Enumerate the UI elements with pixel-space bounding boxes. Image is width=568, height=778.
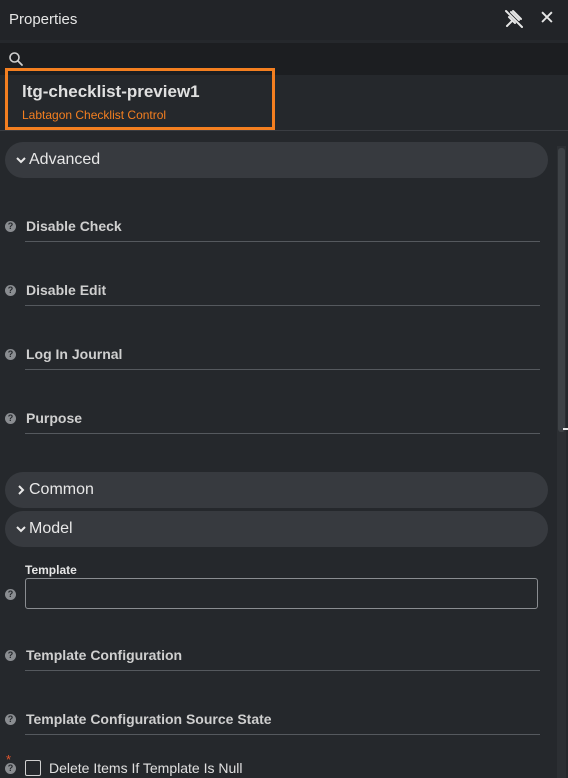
section-model[interactable]: Model xyxy=(5,511,548,547)
section-common-label: Common xyxy=(29,481,94,498)
prop-underline xyxy=(25,305,540,306)
chevron-down-icon xyxy=(15,520,27,538)
prop-log-in-journal[interactable]: Log In Journal xyxy=(26,346,122,362)
close-icon[interactable]: ✕ xyxy=(537,8,557,30)
template-label: Template xyxy=(25,563,77,577)
prop-underline xyxy=(25,670,540,671)
chevron-right-icon xyxy=(15,481,27,499)
highlight-box xyxy=(5,68,275,130)
section-model-label: Model xyxy=(29,520,73,537)
section-advanced-label: Advanced xyxy=(29,151,101,168)
help-icon[interactable]: ? xyxy=(5,714,16,725)
prop-template-configuration-source-state[interactable]: Template Configuration Source State xyxy=(26,711,272,727)
prop-underline xyxy=(25,369,540,370)
unpin-icon[interactable] xyxy=(503,8,525,30)
search-icon xyxy=(8,51,24,67)
section-advanced[interactable]: Advanced xyxy=(5,142,548,178)
resize-handle-right[interactable] xyxy=(563,428,568,430)
prop-underline xyxy=(25,241,540,242)
panel-titlebar: Properties ✕ xyxy=(0,0,568,40)
prop-underline xyxy=(25,734,540,735)
prop-template-configuration[interactable]: Template Configuration xyxy=(26,647,182,663)
delete-items-label[interactable]: Delete Items If Template Is Null xyxy=(49,760,242,776)
section-common[interactable]: Common xyxy=(5,472,548,508)
panel-title: Properties xyxy=(9,11,78,28)
prop-disable-check[interactable]: Disable Check xyxy=(26,218,122,234)
delete-items-checkbox[interactable] xyxy=(25,760,41,776)
help-icon[interactable]: ? xyxy=(5,349,16,360)
prop-purpose[interactable]: Purpose xyxy=(26,410,82,426)
prop-underline xyxy=(25,433,540,434)
help-icon[interactable]: ? xyxy=(5,285,16,296)
help-icon[interactable]: ? xyxy=(5,221,16,232)
help-icon[interactable]: ? xyxy=(5,650,16,661)
help-icon[interactable]: ? xyxy=(5,763,16,774)
help-icon[interactable]: ? xyxy=(5,589,16,600)
help-icon[interactable]: ? xyxy=(5,413,16,424)
template-input[interactable] xyxy=(25,578,538,609)
scrollbar-thumb[interactable] xyxy=(558,148,565,432)
chevron-down-icon xyxy=(15,151,27,169)
prop-disable-edit[interactable]: Disable Edit xyxy=(26,282,106,298)
